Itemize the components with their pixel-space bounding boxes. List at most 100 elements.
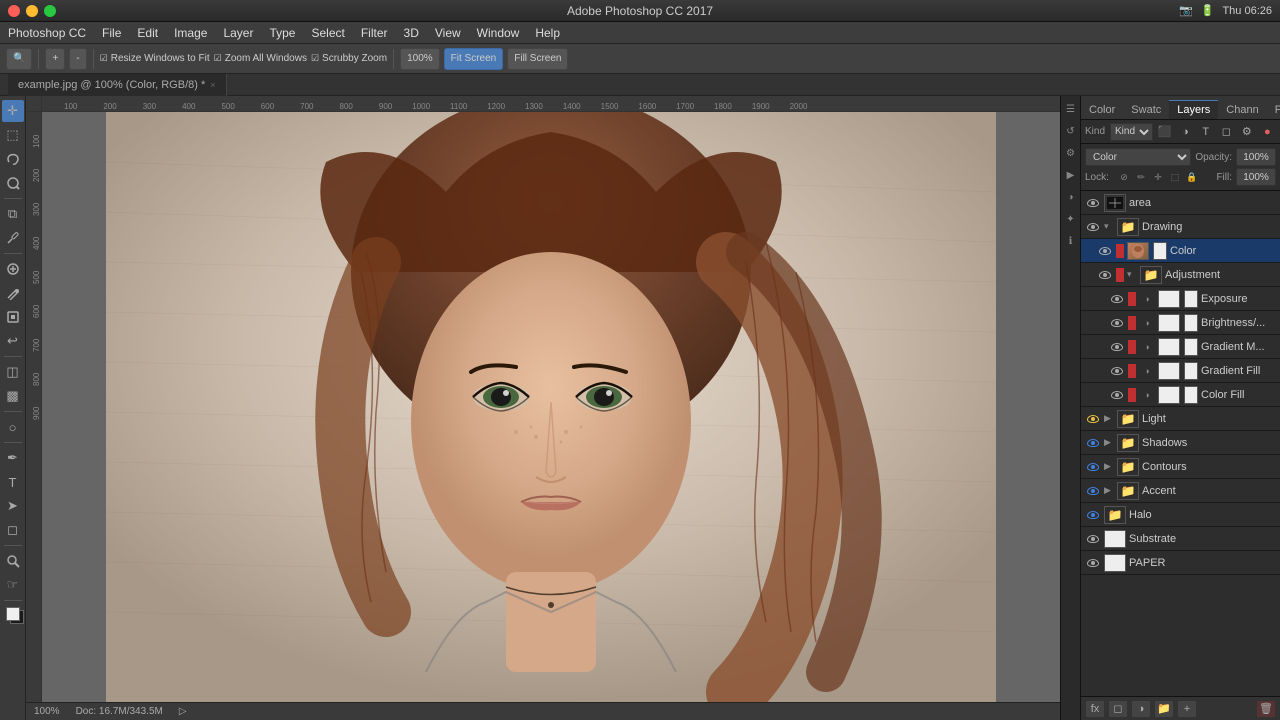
layer-vis-paper[interactable] [1085,555,1101,571]
zoom-in-btn[interactable]: + [45,48,65,70]
layer-expand-adjustment[interactable]: ▾ [1127,269,1137,280]
lock-transparent-icon[interactable]: ⊘ [1117,170,1131,184]
layer-brightness[interactable]: ◑ Brightness/... [1081,311,1280,335]
clone-stamp-tool[interactable] [2,306,24,328]
menu-select[interactable]: Select [311,26,344,40]
layer-vis-gradient-fill[interactable] [1109,363,1125,379]
create-group-btn[interactable]: 📁 [1154,700,1174,718]
filter-toggle[interactable]: ● [1259,123,1277,141]
menu-file[interactable]: File [102,26,121,40]
menu-type[interactable]: Type [269,26,295,40]
canvas-area[interactable] [42,112,1060,702]
tab-swatches[interactable]: Swatc [1123,100,1169,119]
tab-layers[interactable]: Layers [1169,100,1218,119]
side-icon-history[interactable]: ↺ [1064,124,1078,138]
lock-all-icon[interactable]: 🔒 [1185,170,1199,184]
zoom-pct-display[interactable]: 100% [400,48,440,70]
pen-tool[interactable]: ✒ [2,447,24,469]
fit-screen-btn[interactable]: Fit Screen [444,48,504,70]
layer-expand-light[interactable]: ▶ [1104,413,1114,424]
blend-mode-select[interactable]: Color Normal Multiply Screen [1085,148,1191,166]
layer-gradient-m[interactable]: ◑ Gradient M... [1081,335,1280,359]
smart-filter-icon[interactable]: ⚙ [1238,123,1256,141]
layer-vis-contours[interactable] [1085,459,1101,475]
shape-filter-icon[interactable]: ◻ [1218,123,1236,141]
layer-color[interactable]: Color [1081,239,1280,263]
gradient-tool[interactable]: ▩ [2,385,24,407]
layer-vis-color-fill[interactable] [1109,387,1125,403]
opacity-input[interactable] [1236,148,1276,166]
fill-screen-btn[interactable]: Fill Screen [507,48,568,70]
layer-adjustment[interactable]: ▾ 📁 Adjustment [1081,263,1280,287]
side-icon-info[interactable]: ℹ [1064,234,1078,248]
layer-vis-exposure[interactable] [1109,291,1125,307]
layer-area[interactable]: area [1081,191,1280,215]
tab-channels[interactable]: Chann [1218,100,1266,119]
type-filter-icon[interactable]: T [1197,123,1215,141]
close-button[interactable] [8,5,20,17]
path-select-tool[interactable]: ➤ [2,495,24,517]
type-tool[interactable]: T [2,471,24,493]
side-icon-actions[interactable]: ▶ [1064,168,1078,182]
side-icon-styles[interactable]: ✦ [1064,212,1078,226]
menu-photoshop[interactable]: Photoshop CC [8,26,86,40]
layer-vis-shadows[interactable] [1085,435,1101,451]
eraser-tool[interactable]: ◫ [2,361,24,383]
lock-artboard-icon[interactable]: ⬚ [1168,170,1182,184]
menu-image[interactable]: Image [174,26,207,40]
layer-vis-adjustment[interactable] [1097,267,1113,283]
layer-gradient-fill[interactable]: ◑ Gradient Fill [1081,359,1280,383]
menu-window[interactable]: Window [477,26,520,40]
layer-vis-gradient-m[interactable] [1109,339,1125,355]
layer-vis-halo[interactable] [1085,507,1101,523]
menu-edit[interactable]: Edit [137,26,158,40]
resize-windows-check[interactable]: ☑ Resize Windows to Fit [100,53,210,64]
fullscreen-button[interactable] [44,5,56,17]
menu-help[interactable]: Help [535,26,560,40]
fill-input[interactable] [1236,168,1276,186]
side-icon-adjustments[interactable]: ◑ [1064,190,1078,204]
dodge-tool[interactable]: ○ [2,416,24,438]
document-tab[interactable]: example.jpg @ 100% (Color, RGB/8) * × [8,74,227,96]
side-icon-layers[interactable]: ☰ [1064,102,1078,116]
layer-expand-accent[interactable]: ▶ [1104,485,1114,496]
layer-vis-light[interactable] [1085,411,1101,427]
zoom-tool-btn[interactable]: 🔍 [6,48,32,70]
layer-accent[interactable]: ▶ 📁 Accent [1081,479,1280,503]
delete-layer-btn[interactable]: 🗑 [1256,700,1276,718]
layer-color-fill[interactable]: ◑ Color Fill [1081,383,1280,407]
menu-view[interactable]: View [435,26,461,40]
pixel-filter-icon[interactable]: ⬛ [1156,123,1174,141]
hand-tool[interactable]: ☞ [2,574,24,596]
tab-color[interactable]: Color [1081,100,1123,119]
brush-tool[interactable] [2,282,24,304]
menu-filter[interactable]: Filter [361,26,388,40]
layer-halo[interactable]: 📁 Halo [1081,503,1280,527]
crop-tool[interactable]: ⧉ [2,203,24,225]
add-fx-btn[interactable]: fx [1085,700,1105,718]
tab-paths[interactable]: Paths [1267,100,1280,119]
history-brush-tool[interactable]: ↩ [2,330,24,352]
layer-paper[interactable]: PAPER [1081,551,1280,575]
lock-paint-icon[interactable]: ✏ [1134,170,1148,184]
layer-expand-contours[interactable]: ▶ [1104,461,1114,472]
eyedropper-tool[interactable] [2,227,24,249]
menu-layer[interactable]: Layer [223,26,253,40]
layer-filter-select[interactable]: Kind [1110,123,1153,141]
layer-contours[interactable]: ▶ 📁 Contours [1081,455,1280,479]
layer-vis-area[interactable] [1085,195,1101,211]
add-mask-btn[interactable]: ◻ [1108,700,1128,718]
minimize-button[interactable] [26,5,38,17]
layer-exposure[interactable]: ◑ Exposure [1081,287,1280,311]
create-layer-btn[interactable]: + [1177,700,1197,718]
rectangle-select-tool[interactable]: ⬚ [2,124,24,146]
layer-shadows[interactable]: ▶ 📁 Shadows [1081,431,1280,455]
layer-vis-substrate[interactable] [1085,531,1101,547]
quick-select-tool[interactable] [2,172,24,194]
tab-close[interactable]: × [210,80,215,90]
layer-vis-drawing[interactable] [1085,219,1101,235]
move-tool[interactable]: ✛ [2,100,24,122]
layer-vis-color[interactable] [1097,243,1113,259]
menu-3d[interactable]: 3D [404,26,419,40]
layer-vis-accent[interactable] [1085,483,1101,499]
